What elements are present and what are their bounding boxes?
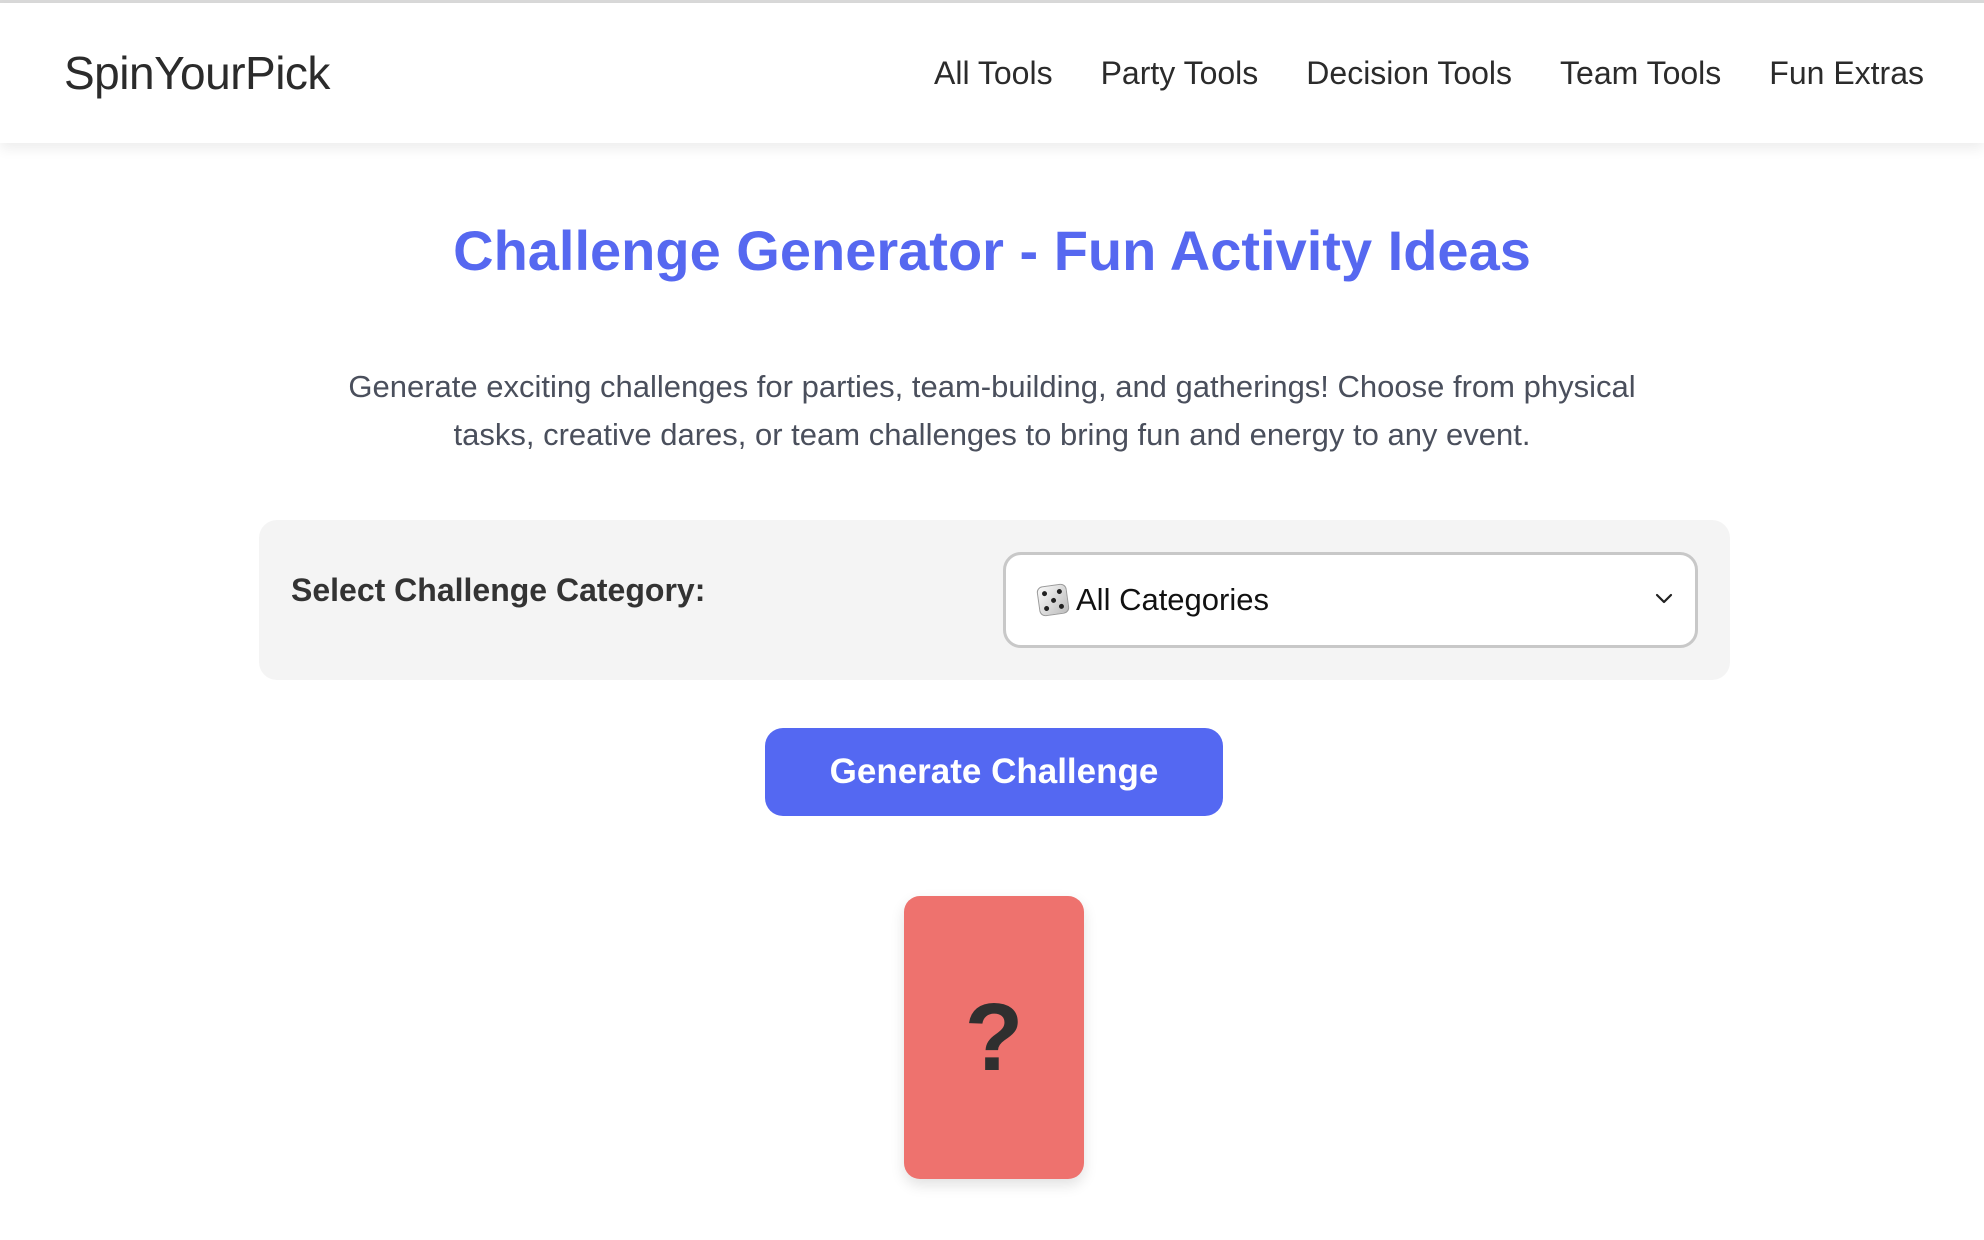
site-header: SpinYourPick All Tools Party Tools Decis… — [0, 3, 1984, 143]
nav-team-tools[interactable]: Team Tools — [1560, 55, 1721, 92]
main-nav: All Tools Party Tools Decision Tools Tea… — [934, 55, 1924, 92]
question-mark-icon: ? — [964, 983, 1024, 1091]
nav-party-tools[interactable]: Party Tools — [1101, 55, 1259, 92]
nav-decision-tools[interactable]: Decision Tools — [1306, 55, 1512, 92]
page-title: Challenge Generator - Fun Activity Ideas — [453, 219, 1531, 282]
site-logo[interactable]: SpinYourPick — [64, 46, 330, 100]
nav-all-tools[interactable]: All Tools — [934, 55, 1053, 92]
category-label: Select Challenge Category: — [291, 572, 706, 608]
dice-icon — [1036, 583, 1070, 617]
challenge-card[interactable]: ? — [904, 896, 1084, 1179]
chevron-down-icon — [1655, 593, 1673, 604]
category-select[interactable]: All Categories — [1003, 552, 1698, 648]
intro-text: Generate exciting challenges for parties… — [348, 369, 1636, 452]
generate-challenge-button[interactable]: Generate Challenge — [765, 728, 1223, 816]
category-panel: Select Challenge Category: All Categorie… — [259, 520, 1730, 680]
nav-fun-extras[interactable]: Fun Extras — [1769, 55, 1924, 92]
category-select-value: All Categories — [1076, 582, 1269, 617]
